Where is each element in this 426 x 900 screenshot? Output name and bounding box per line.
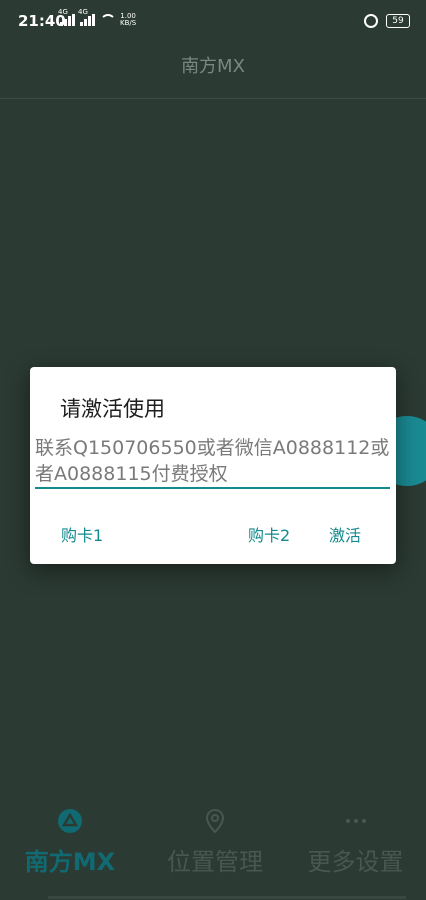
home-indicator [48,896,406,899]
location-pin-icon [205,808,225,834]
network-speed: 1.00 KB/S [120,13,136,27]
status-bar: 21:40 4G 4G 1.00 KB/S 59 [0,0,426,42]
network-type-2: 4G [78,8,88,16]
activate-button[interactable]: 激活 [329,522,361,546]
status-right: 59 [364,14,410,28]
more-dots-icon [345,819,366,823]
battery-icon: 59 [386,14,410,28]
app-title: 南方MX [181,56,245,77]
nav-tab-home[interactable]: 南方MX [15,800,125,890]
app-logo-icon [58,809,82,833]
battery-level: 59 [392,16,404,26]
nav-label-settings: 更多设置 [307,848,404,876]
alarm-icon [364,14,378,28]
network-type-1: 4G [58,8,68,16]
status-icons: 4G 4G 1.00 KB/S [58,8,136,27]
nav-tab-settings[interactable]: 更多设置 [298,800,413,890]
wifi-icon [100,14,116,26]
network-speed-unit: KB/S [120,19,137,27]
app-bar: 南方MX [0,42,426,99]
nav-tab-location[interactable]: 位置管理 [155,800,275,890]
buy-card-1-button[interactable]: 购卡1 [61,522,103,546]
dialog-title: 请激活使用 [60,397,165,421]
nav-label-home: 南方MX [24,848,116,876]
activation-dialog: 请激活使用 联系Q150706550或者微信A0888112或者A0888115… [30,367,396,564]
signal-icon: 4G [58,8,76,26]
signal-icon-2: 4G [78,8,96,26]
nav-label-location: 位置管理 [167,848,263,876]
activation-code-field[interactable]: 联系Q150706550或者微信A0888112或者A0888115付费授权 [35,435,390,489]
bottom-nav: 南方MX 位置管理 更多设置 [0,800,426,900]
buy-card-2-button[interactable]: 购卡2 [248,522,290,546]
